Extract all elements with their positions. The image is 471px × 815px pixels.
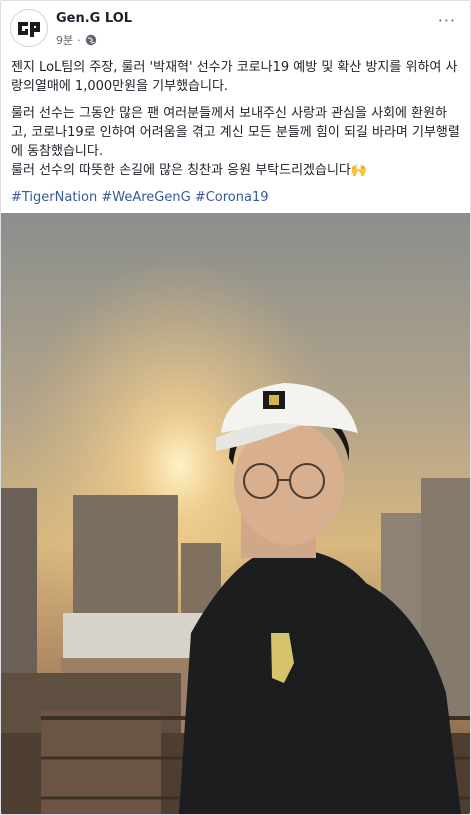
- more-options-button[interactable]: ···: [438, 11, 456, 30]
- sunset-portrait-image: [1, 213, 470, 814]
- post-photo[interactable]: [1, 213, 470, 814]
- geng-logo-icon: [12, 11, 46, 45]
- post-message: 젠지 LoL팀의 주장, 룰러 '박재혁' 선수가 코로나19 예방 및 확산 …: [11, 58, 461, 215]
- post-paragraph-2: 룰러 선수는 그동안 많은 팬 여러분들께서 보내주신 사랑과 관심을 사회에 …: [11, 106, 460, 159]
- globe-icon[interactable]: [85, 34, 97, 46]
- facebook-post-card: Gen.G LOL 9분 · ··· 젠지 LoL팀의 주장, 룰러 '박재혁'…: [0, 0, 471, 815]
- post-paragraph-1: 젠지 LoL팀의 주장, 룰러 '박재혁' 선수가 코로나19 예방 및 확산 …: [11, 60, 458, 94]
- hashtag-links[interactable]: #TigerNation #WeAreGenG #Corona19: [11, 188, 461, 207]
- post-paragraph-3: 룰러 선수의 따뜻한 손길에 많은 칭찬과 응원 부탁드리겠습니다🙌: [11, 163, 368, 178]
- post-header: Gen.G LOL 9분 · ···: [1, 1, 470, 61]
- post-meta: 9분 ·: [56, 32, 97, 48]
- post-timestamp[interactable]: 9분: [56, 32, 73, 48]
- page-name-link[interactable]: Gen.G LOL: [56, 11, 132, 26]
- meta-separator: ·: [77, 33, 81, 47]
- page-avatar[interactable]: [10, 9, 48, 47]
